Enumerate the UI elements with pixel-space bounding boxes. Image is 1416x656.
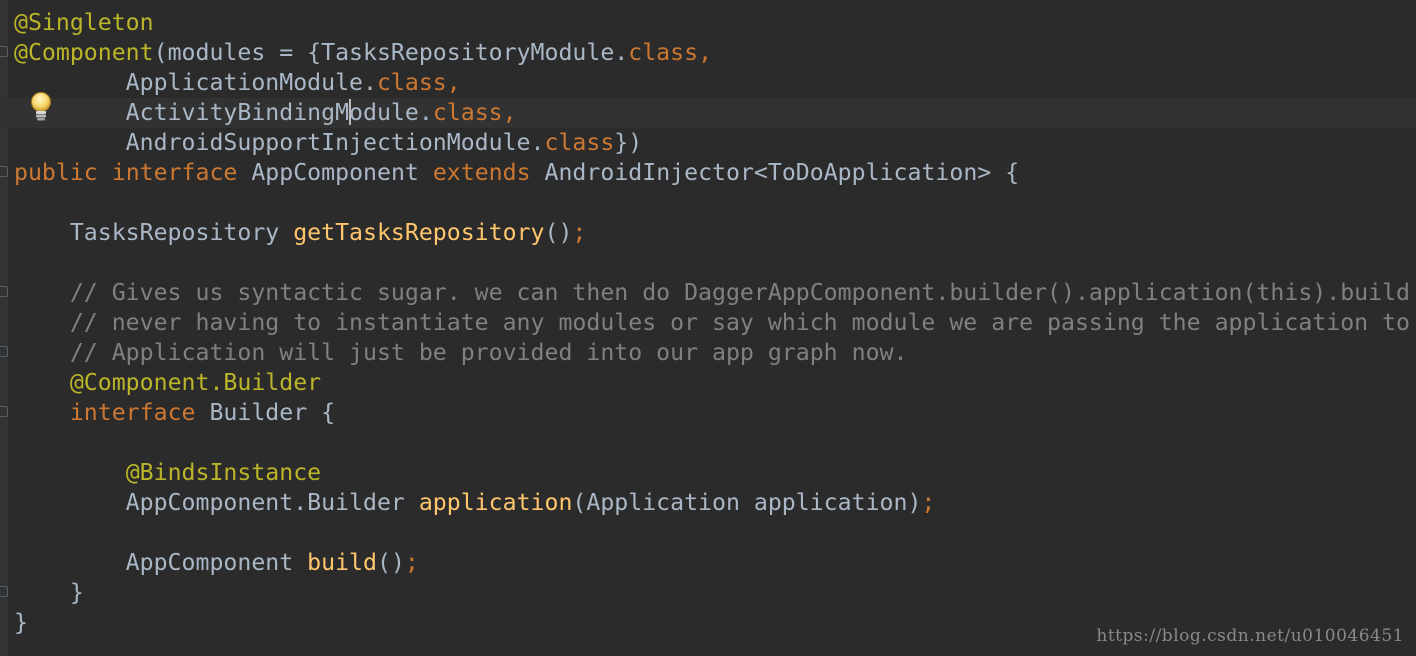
code-token: @BindsInstance: [125, 459, 322, 486]
code-token: (modules = {TasksRepositoryModule.: [153, 39, 629, 66]
code-line[interactable]: // Application will just be provided int…: [14, 338, 1410, 368]
code-token: (): [544, 219, 573, 246]
code-line[interactable]: // never having to instantiate any modul…: [14, 308, 1410, 338]
code-token: extends: [432, 159, 545, 186]
code-token: (): [376, 549, 405, 576]
code-token: }: [14, 579, 84, 606]
code-token: TasksRepository: [14, 219, 294, 246]
code-token: AndroidInjector<ToDoApplication> {: [544, 159, 1020, 186]
code-line[interactable]: TasksRepository getTasksRepository();: [14, 218, 1410, 248]
code-line[interactable]: AndroidSupportInjectionModule.class}): [14, 128, 1410, 158]
code-token: ApplicationModule.: [14, 69, 377, 96]
code-token: application: [418, 489, 573, 516]
code-line[interactable]: [14, 518, 1410, 548]
code-token: ,: [698, 39, 713, 66]
code-token: // never having to instantiate any modul…: [14, 309, 1411, 336]
code-token: @Component.Builder: [69, 369, 322, 396]
code-token: class: [628, 39, 699, 66]
code-token: ActivityBindingM: [14, 99, 350, 126]
code-token: (Application application): [572, 489, 922, 516]
code-token: ,: [446, 69, 461, 96]
code-text[interactable]: @Singleton @Component(modules = {TasksRep…: [14, 8, 1410, 638]
code-token: ;: [404, 549, 419, 576]
fold-marker-icon[interactable]: [0, 406, 9, 417]
code-token: build: [307, 549, 377, 576]
code-line[interactable]: ApplicationModule.class,: [14, 68, 1410, 98]
code-line[interactable]: // Gives us syntactic sugar. we can then…: [14, 278, 1410, 308]
watermark-text: https://blog.csdn.net/u010046451: [1096, 626, 1404, 646]
code-token: class: [376, 69, 447, 96]
code-token: public: [14, 159, 112, 186]
code-token: @Component: [14, 39, 154, 66]
code-line[interactable]: [14, 428, 1410, 458]
code-line[interactable]: AppComponent build();: [14, 548, 1410, 578]
code-token: Builder {: [209, 399, 336, 426]
code-token: ;: [921, 489, 936, 516]
code-line[interactable]: ActivityBindingModule.class,: [14, 98, 1410, 128]
code-line[interactable]: @BindsInstance: [14, 458, 1410, 488]
code-token: AppComponent: [14, 549, 308, 576]
code-token: getTasksRepository: [293, 219, 545, 246]
code-line[interactable]: [14, 248, 1410, 278]
fold-marker-icon[interactable]: [0, 286, 9, 297]
fold-marker-icon[interactable]: [0, 586, 9, 597]
code-token: AppComponent: [251, 159, 433, 186]
fold-marker-icon[interactable]: [0, 346, 9, 357]
code-token: }): [614, 129, 643, 156]
code-editor[interactable]: @Singleton @Component(modules = {TasksRep…: [0, 0, 1416, 656]
code-token: class: [432, 99, 503, 126]
code-line[interactable]: AppComponent.Builder application(Applica…: [14, 488, 1410, 518]
code-token: // Gives us syntactic sugar. we can then…: [14, 279, 1411, 306]
code-token: odule.: [349, 99, 433, 126]
fold-marker-icon[interactable]: [0, 166, 9, 177]
code-token: @Singleton: [14, 9, 154, 36]
fold-marker-icon[interactable]: [0, 46, 9, 57]
code-token: class: [544, 129, 615, 156]
code-line[interactable]: @Component(modules = {TasksRepositoryMod…: [14, 38, 1410, 68]
code-token: }: [14, 609, 28, 636]
code-token: AndroidSupportInjectionModule.: [14, 129, 545, 156]
code-token: AppComponent.Builder: [14, 489, 419, 516]
code-line[interactable]: @Component.Builder: [14, 368, 1410, 398]
code-line[interactable]: [14, 188, 1410, 218]
code-token: interface: [111, 159, 252, 186]
code-line[interactable]: @Singleton: [14, 8, 1410, 38]
code-token: // Application will just be provided int…: [14, 339, 908, 366]
code-line[interactable]: public interface AppComponent extends An…: [14, 158, 1410, 188]
code-token: ,: [502, 99, 517, 126]
code-line[interactable]: }: [14, 578, 1410, 608]
code-token: ;: [572, 219, 587, 246]
code-line[interactable]: interface Builder {: [14, 398, 1410, 428]
code-token: interface: [69, 399, 210, 426]
